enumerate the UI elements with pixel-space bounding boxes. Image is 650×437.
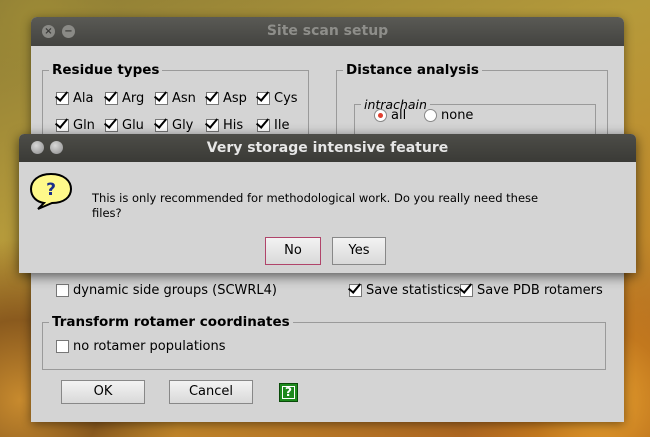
checkbox-label: Save statistics (366, 283, 460, 298)
checkbox-label: Save PDB rotamers (477, 283, 603, 298)
checkbox-box[interactable] (460, 284, 473, 297)
residue-checkbox-asp[interactable]: Asp (206, 91, 247, 106)
residue-checkbox-glu[interactable]: Glu (105, 118, 144, 133)
residue-types-legend: Residue types (52, 62, 160, 78)
residue-checkbox-ala[interactable]: Ala (56, 91, 93, 106)
svg-text:?: ? (46, 180, 56, 200)
residue-checkbox-gly[interactable]: Gly (155, 118, 193, 133)
residue-label: Arg (122, 91, 145, 106)
residue-checkbox-his[interactable]: His (206, 118, 243, 133)
residue-label: Ile (274, 118, 290, 133)
window-title: Site scan setup (266, 23, 389, 39)
checkbox-box[interactable] (155, 119, 168, 132)
dialog-title: Very storage intensive feature (206, 140, 449, 156)
residue-checkbox-gln[interactable]: Gln (56, 118, 95, 133)
checkbox-box[interactable] (56, 119, 69, 132)
checkbox-box[interactable] (155, 92, 168, 105)
help-button[interactable]: ? (279, 383, 298, 402)
no-rotamer-populations-checkbox[interactable]: no rotamer populations (56, 339, 226, 354)
residue-label: Asp (223, 91, 247, 106)
question-icon: ? (29, 172, 73, 210)
intrachain-radio-all[interactable]: all (374, 108, 406, 123)
checkbox-box[interactable] (105, 92, 118, 105)
checkbox-box[interactable] (105, 119, 118, 132)
transform-rotamer-legend: Transform rotamer coordinates (52, 314, 290, 330)
save-statistics-checkbox[interactable]: Save statistics (349, 283, 460, 298)
radio-dot[interactable] (424, 109, 437, 122)
residue-label: His (223, 118, 244, 133)
checkbox-box[interactable] (56, 92, 69, 105)
cancel-button[interactable]: Cancel (169, 380, 253, 404)
window-titlebar[interactable]: × − Site scan setup (31, 17, 624, 46)
residue-label: Asn (172, 91, 196, 106)
intrachain-radio-none[interactable]: none (424, 108, 473, 123)
dynamic-side-groups-checkbox[interactable]: dynamic side groups (SCWRL4) (56, 283, 277, 298)
checkbox-box[interactable] (349, 284, 362, 297)
help-icon: ? (282, 386, 295, 399)
checkbox-label: no rotamer populations (73, 339, 226, 354)
no-button[interactable]: No (265, 237, 321, 265)
residue-label: Gln (73, 118, 95, 133)
checkbox-box[interactable] (206, 119, 219, 132)
storage-warning-dialog: Very storage intensive feature ? This is… (19, 134, 636, 273)
radio-label: all (391, 108, 407, 123)
dialog-message: This is only recommended for methodologi… (92, 191, 539, 220)
residue-label: Gly (172, 118, 194, 133)
residue-checkbox-ile[interactable]: Ile (257, 118, 289, 133)
checkbox-box[interactable] (56, 284, 69, 297)
save-pdb-rotamers-checkbox[interactable]: Save PDB rotamers (460, 283, 603, 298)
ok-button[interactable]: OK (61, 380, 145, 404)
yes-button[interactable]: Yes (332, 237, 386, 265)
residue-checkbox-asn[interactable]: Asn (155, 91, 196, 106)
residue-checkbox-cys[interactable]: Cys (257, 91, 298, 106)
residue-label: Glu (122, 118, 144, 133)
residue-label: Ala (73, 91, 94, 106)
distance-analysis-legend: Distance analysis (346, 62, 479, 78)
residue-checkbox-arg[interactable]: Arg (105, 91, 144, 106)
checkbox-box[interactable] (257, 92, 270, 105)
checkbox-box[interactable] (206, 92, 219, 105)
dialog-titlebar[interactable]: Very storage intensive feature (19, 134, 636, 162)
checkbox-box[interactable] (257, 119, 270, 132)
checkbox-box[interactable] (56, 340, 69, 353)
radio-label: none (441, 108, 474, 123)
checkbox-label: dynamic side groups (SCWRL4) (73, 283, 278, 298)
residue-label: Cys (274, 91, 298, 106)
radio-dot[interactable] (374, 109, 387, 122)
